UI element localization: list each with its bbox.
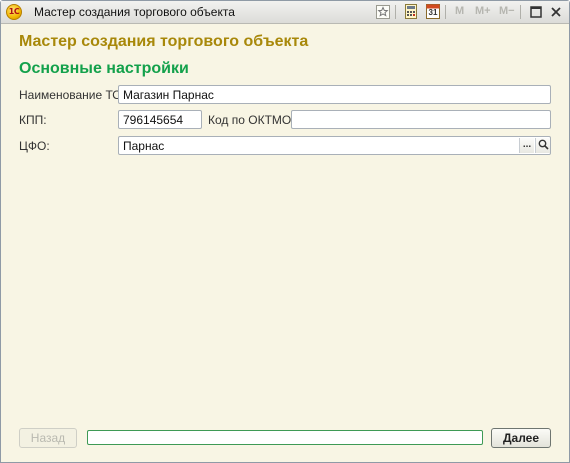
restore-window-icon[interactable] <box>528 4 544 20</box>
search-icon[interactable] <box>535 138 550 153</box>
cfo-value: Парнас <box>123 139 165 153</box>
calendar-icon[interactable]: 31 <box>425 4 441 20</box>
back-button[interactable]: Назад <box>19 428 77 448</box>
calendar-day: 31 <box>428 8 438 17</box>
oktmo-field[interactable] <box>291 110 551 129</box>
cfo-select-button[interactable]: ... <box>519 138 534 153</box>
kpp-label: КПП: <box>19 113 47 127</box>
1c-logo-icon[interactable]: 1С <box>6 4 22 20</box>
page-title: Мастер создания торгового объекта <box>19 33 309 50</box>
section-title: Основные настройки <box>19 60 189 77</box>
wizard-content: Мастер создания торгового объекта Основн… <box>1 24 569 462</box>
next-button[interactable]: Далее <box>491 428 551 448</box>
title-bar: 1С Мастер создания торгового объекта 31 <box>1 1 569 24</box>
star-icon[interactable] <box>375 4 391 20</box>
memory-subtract-button[interactable]: M− <box>499 5 515 17</box>
toolbar-separator <box>520 5 521 19</box>
memory-button[interactable]: M <box>455 5 464 17</box>
toolbar-separator <box>445 5 446 19</box>
close-icon[interactable] <box>548 4 564 20</box>
toolbar-separator <box>395 5 396 19</box>
window-title: Мастер создания торгового объекта <box>34 5 235 19</box>
memory-add-button[interactable]: M+ <box>475 5 491 17</box>
app-icon-text: 1С <box>8 7 20 16</box>
calculator-icon[interactable] <box>403 4 419 20</box>
cfo-field[interactable]: Парнас ... <box>118 136 551 155</box>
progress-bar <box>87 430 483 445</box>
name-field[interactable]: Магазин Парнас <box>118 85 551 104</box>
name-label: Наименование ТО: <box>19 88 125 102</box>
kpp-field[interactable]: 796145654 <box>118 110 202 129</box>
cfo-label: ЦФО: <box>19 139 50 153</box>
wizard-window: 1С Мастер создания торгового объекта 31 <box>0 0 570 463</box>
oktmo-label: Код по ОКТМО: <box>208 113 295 127</box>
